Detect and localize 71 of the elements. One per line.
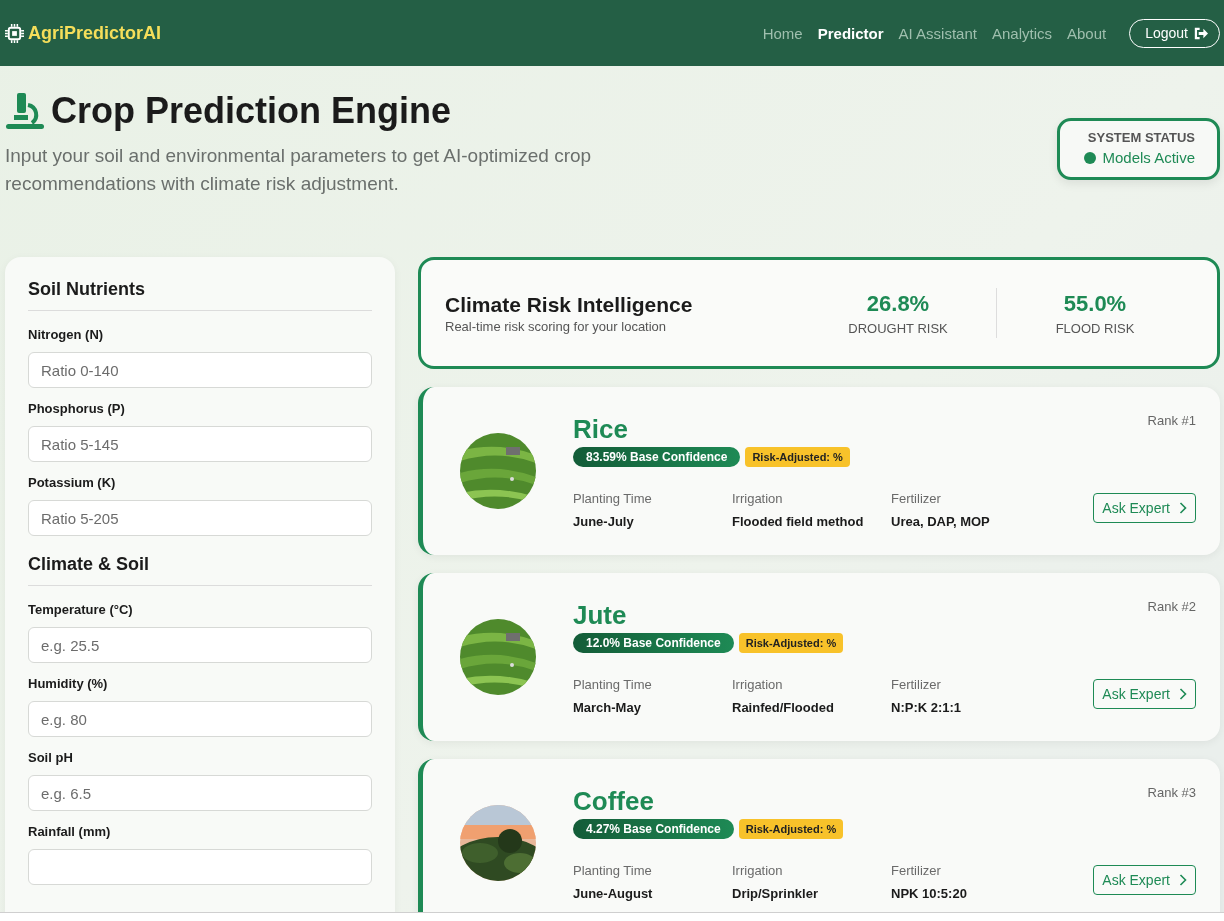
chip-icon xyxy=(5,23,24,43)
crop-name: Rice xyxy=(573,413,629,445)
detail-value: March-May xyxy=(573,699,642,715)
detail-value: N:P:K 2:1:1 xyxy=(891,699,963,715)
field-label: Phosphorus (P) xyxy=(28,401,126,416)
confidence-badge: 4.27% Base Confidence xyxy=(573,818,734,839)
detail-value: Drip/Sprinkler xyxy=(732,885,819,901)
card-subtitle: Real-time risk scoring for your location xyxy=(445,318,668,334)
detail-label: Fertilizer xyxy=(891,676,942,692)
detail-value: Urea, DAP, MOP xyxy=(891,513,991,529)
confidence-badge: 83.59% Base Confidence xyxy=(573,446,741,467)
section-title: Soil Nutrients xyxy=(28,279,372,311)
detail-value: Flooded field method xyxy=(732,513,865,529)
nav-link[interactable]: AI Assistant xyxy=(898,24,977,42)
detail-label: Planting Time xyxy=(573,490,653,506)
detail-label: Planting Time xyxy=(573,862,653,878)
input-field[interactable] xyxy=(28,849,372,885)
chevron-right-icon xyxy=(1179,502,1187,514)
nav-link[interactable]: Home xyxy=(762,24,803,42)
ask-expert-button[interactable]: Ask Expert xyxy=(1093,493,1196,523)
field-label: Potassium (K) xyxy=(28,475,117,490)
rank-label: Rank #1 xyxy=(1147,413,1196,428)
rank-label: Rank #2 xyxy=(1147,599,1196,614)
nav-link[interactable]: Predictor xyxy=(817,24,884,42)
detail-label: Irrigation xyxy=(732,676,784,692)
risk-label: DROUGHT RISK xyxy=(847,320,949,336)
detail-label: Planting Time xyxy=(573,676,653,692)
input-field[interactable]: e.g. 6.5 xyxy=(28,775,372,811)
detail-value: June-August xyxy=(573,885,654,901)
confidence-badge: 12.0% Base Confidence xyxy=(573,632,734,653)
status-label: SYSTEM STATUS xyxy=(1086,130,1195,145)
logout-icon xyxy=(1194,26,1209,40)
detail-value: June-July xyxy=(573,513,635,529)
chevron-right-icon xyxy=(1179,688,1187,700)
detail-value: NPK 10:5:20 xyxy=(891,885,968,901)
rank-label: Rank #3 xyxy=(1147,785,1196,800)
page-title: Crop Prediction Engine xyxy=(51,90,452,132)
detail-value: Rainfed/Flooded xyxy=(732,699,835,715)
page-subtitle: Input your soil and environmental parameters to get AI-optimized crop recommendations with climate risk adjustment. xyxy=(5,144,593,196)
detail-label: Irrigation xyxy=(732,490,784,506)
status-value: Models Active xyxy=(1102,149,1195,166)
input-field[interactable]: Ratio 5-205 xyxy=(28,500,372,536)
field-label: Temperature (°C) xyxy=(28,602,134,617)
field-label: Rainfall (mm) xyxy=(28,824,112,839)
nav-link[interactable]: Analytics xyxy=(991,24,1052,42)
risk-label: FLOOD RISK xyxy=(1054,320,1136,336)
risk-value: 55.0% xyxy=(1062,290,1128,317)
brand-name[interactable]: AgriPredictorAI xyxy=(28,22,162,44)
risk-adjusted-badge: Risk-Adjusted: % xyxy=(745,446,850,467)
risk-adjusted-badge: Risk-Adjusted: % xyxy=(738,818,844,839)
risk-value: 26.8% xyxy=(865,290,931,317)
field-label: Nitrogen (N) xyxy=(28,327,105,342)
crop-name: Coffee xyxy=(573,785,655,817)
crop-name: Jute xyxy=(573,599,628,631)
input-field[interactable]: e.g. 80 xyxy=(28,701,372,737)
input-field[interactable]: Ratio 5-145 xyxy=(28,426,372,462)
detail-label: Fertilizer xyxy=(891,490,942,506)
section-title: Climate & Soil xyxy=(28,554,372,586)
detail-label: Fertilizer xyxy=(891,862,942,878)
input-field[interactable]: Ratio 0-140 xyxy=(28,352,372,388)
card-title: Climate Risk Intelligence xyxy=(445,292,693,317)
detail-label: Irrigation xyxy=(732,862,784,878)
input-field[interactable]: e.g. 25.5 xyxy=(28,627,372,663)
microscope-icon xyxy=(5,91,45,131)
ask-expert-button[interactable]: Ask Expert xyxy=(1093,865,1196,895)
chevron-right-icon xyxy=(1179,874,1187,886)
nav-link[interactable]: About xyxy=(1066,24,1107,42)
field-label: Soil pH xyxy=(28,750,74,765)
ask-expert-button[interactable]: Ask Expert xyxy=(1093,679,1196,709)
risk-adjusted-badge: Risk-Adjusted: % xyxy=(738,632,844,653)
field-label: Humidity (%) xyxy=(28,676,109,691)
